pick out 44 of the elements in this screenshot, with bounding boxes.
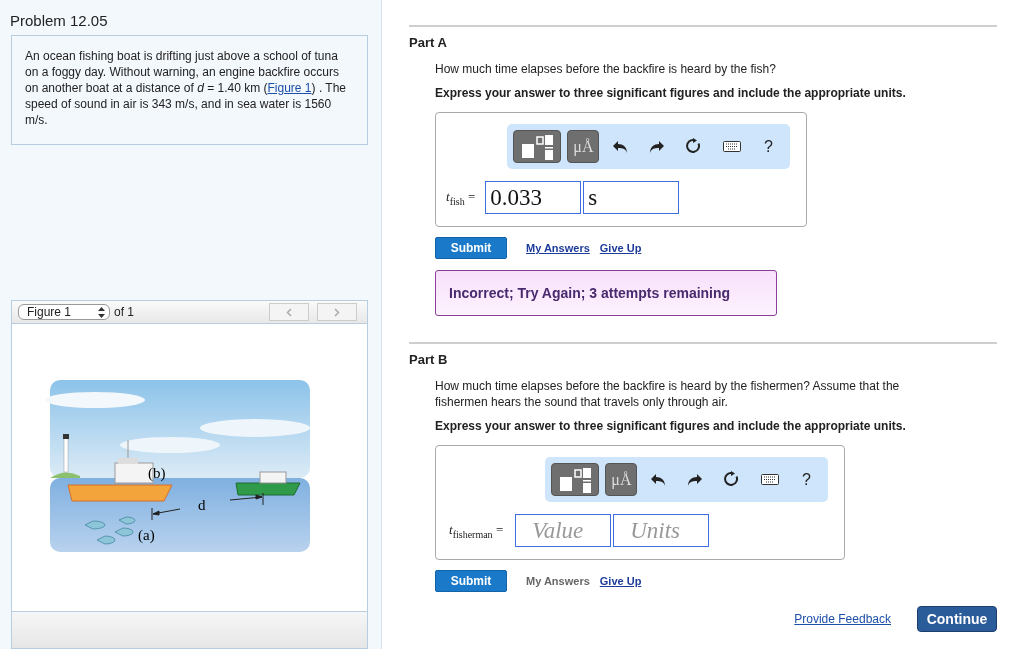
chevron-right-icon (334, 307, 340, 317)
units-button[interactable]: μÅ (567, 130, 600, 163)
figure-label: (b) (147, 465, 165, 481)
keyboard-icon (760, 471, 779, 488)
my-answers-link[interactable]: My Answers (526, 242, 590, 254)
keyboard-icon (722, 138, 741, 155)
give-up-link[interactable]: Give Up (599, 575, 642, 587)
variable-label: t$_{fisherman}$ = (449, 521, 504, 540)
submit-button[interactable]: Submit (435, 570, 507, 592)
help-button[interactable]: ? (791, 464, 822, 495)
chevron-left-icon (286, 307, 292, 317)
instruction-text: Express your answer to three significant figures and include the appropriate units. (435, 419, 907, 433)
units-field[interactable]: Units (613, 514, 710, 547)
units-button[interactable]: μÅ (605, 463, 638, 496)
figure-select[interactable]: Figure 1 (18, 304, 110, 320)
value-field[interactable]: Value (515, 514, 612, 547)
feedback-message: Incorrect; Try Again; 3 attempts remaining (435, 270, 777, 316)
figure-label: (a) (137, 527, 155, 543)
figure-label: d (197, 497, 205, 513)
submit-button[interactable]: Submit (435, 237, 507, 259)
redo-icon (686, 471, 705, 488)
my-answers-link[interactable]: My Answers (526, 575, 590, 587)
templates-button[interactable] (551, 463, 600, 496)
redo-icon (648, 138, 667, 155)
part-title: Part A (409, 35, 448, 52)
instruction-text: Express your answer to three significant figures and include the appropriate units. (435, 86, 907, 100)
fraction-template-icon (558, 466, 593, 493)
continue-button[interactable]: Continue (917, 606, 997, 632)
value-field[interactable]: 0.033 (485, 181, 582, 214)
give-up-link[interactable]: Give Up (599, 242, 642, 254)
figure-count: of 1 (114, 305, 134, 319)
fraction-template-icon (520, 133, 555, 160)
figure-link[interactable]: Figure 1 (267, 81, 312, 95)
problem-text: An ocean fishing boat is drifting just above a school of tuna on a foggy day. Without warning, an engine backfire occurs on another boat at a distance of d = 1.40 km (Figure 1) . The speed of sound in air is 343 m/s, and in sea water is 1560 m/s. (25, 48, 347, 128)
up-down-arrows-icon (98, 306, 105, 318)
variable-label: t$_{fish}$ = (446, 188, 476, 207)
problem-title: Problem 12.05 (10, 11, 109, 31)
question-text: How much time elapses before the backfire is heard by the fishermen? Assume that the fishermen hears the sound that travels only through air. (435, 378, 901, 410)
part-title: Part B (409, 352, 449, 369)
templates-button[interactable] (513, 130, 562, 163)
question-text: How much time elapses before the backfire is heard by the fish? (435, 61, 777, 77)
units-field[interactable]: s (583, 181, 680, 214)
provide-feedback-link[interactable]: Provide Feedback (794, 612, 891, 626)
help-button[interactable]: ? (753, 131, 784, 162)
